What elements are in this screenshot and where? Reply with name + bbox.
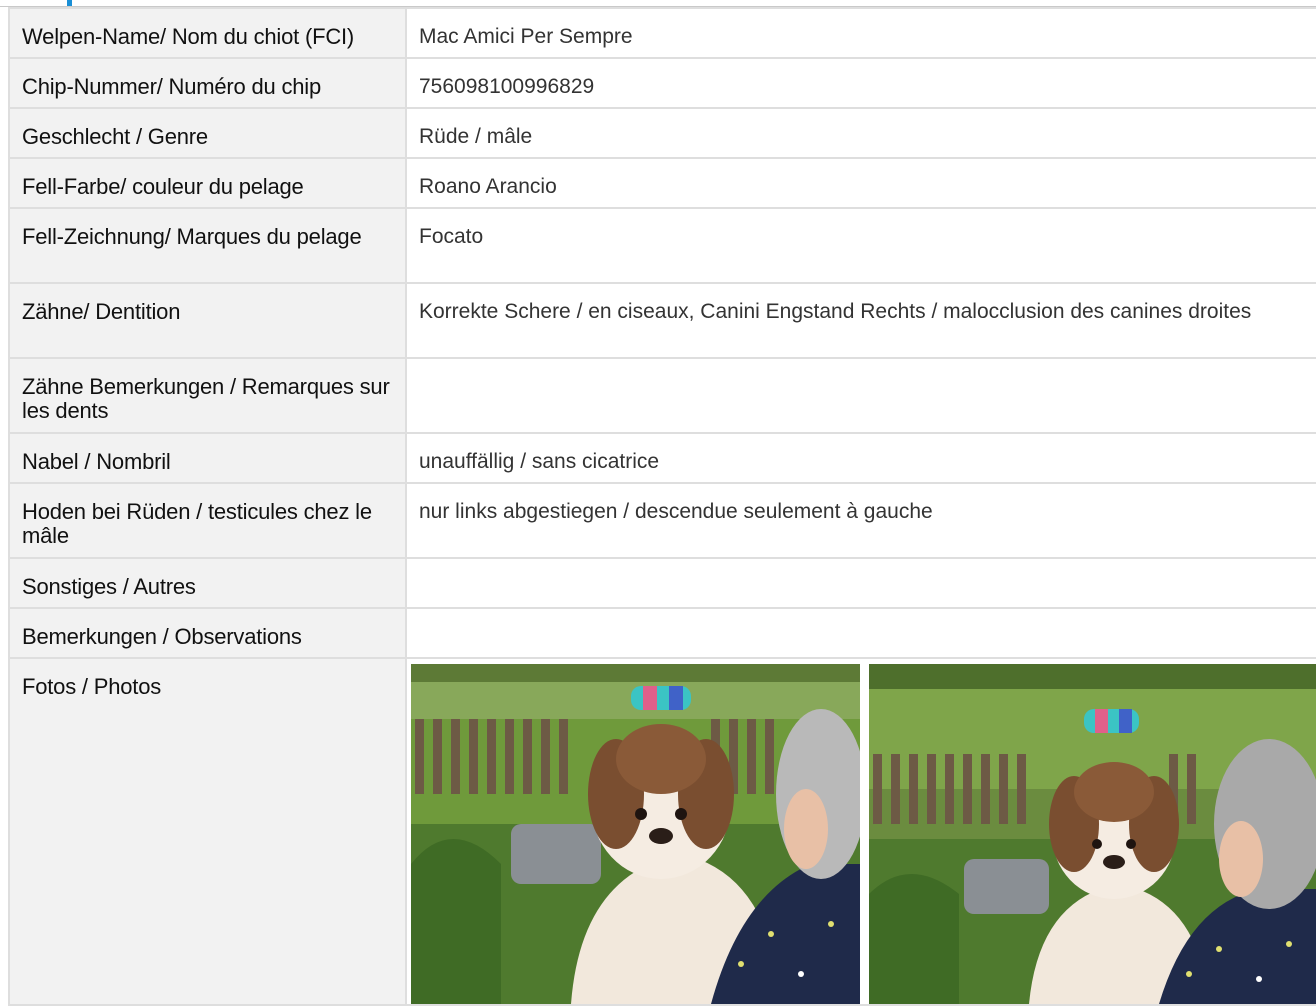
row-label: Fell-Farbe/ couleur du pelage — [22, 174, 304, 199]
row-label: Chip-Nummer/ Numéro du chip — [22, 74, 322, 99]
table-row: Fell-Zeichnung/ Marques du pelage Focato — [8, 207, 1316, 284]
row-value — [407, 359, 1316, 383]
table-row: Fell-Farbe/ couleur du pelage Roano Aran… — [8, 157, 1316, 209]
table-row: Chip-Nummer/ Numéro du chip 756098100996… — [8, 57, 1316, 109]
table-row: Zähne/ Dentition Korrekte Schere / en ci… — [8, 282, 1316, 359]
puppy-photo-1[interactable] — [411, 664, 860, 1004]
table-row-photos: Fotos / Photos — [8, 657, 1316, 1006]
row-label: Bemerkungen / Observations — [22, 624, 302, 649]
row-value: Rüde / mâle — [419, 125, 533, 148]
row-label: Hoden bei Rüden / testicules chez le mâl… — [22, 499, 372, 548]
table-row: Hoden bei Rüden / testicules chez le mâl… — [8, 482, 1316, 559]
row-label: Zähne Bemerkungen / Remarques sur les de… — [22, 374, 390, 423]
row-value: Roano Arancio — [419, 175, 557, 198]
row-label: Fell-Zeichnung/ Marques du pelage — [22, 224, 362, 249]
photos-label: Fotos / Photos — [22, 674, 162, 699]
row-label: Sonstiges / Autres — [22, 574, 196, 599]
table-row: Geschlecht / Genre Rüde / mâle — [8, 107, 1316, 159]
row-value: Mac Amici Per Sempre — [419, 25, 633, 48]
puppy-photo-2[interactable] — [869, 664, 1316, 1004]
row-label: Geschlecht / Genre — [22, 124, 208, 149]
puppy-details-table: Welpen-Name/ Nom du chiot (FCI) Mac Amic… — [8, 7, 1316, 1006]
row-label: Nabel / Nombril — [22, 449, 171, 474]
row-value: Korrekte Schere / en ciseaux, Canini Eng… — [419, 300, 1252, 323]
row-value: nur links abgestiegen / descendue seulem… — [419, 500, 933, 523]
row-label: Zähne/ Dentition — [22, 299, 181, 324]
table-row: Zähne Bemerkungen / Remarques sur les de… — [8, 357, 1316, 434]
table-row: Bemerkungen / Observations — [8, 607, 1316, 659]
row-value — [407, 559, 1316, 583]
table-row: Sonstiges / Autres — [8, 557, 1316, 609]
row-value: Focato — [419, 225, 484, 248]
row-value — [407, 609, 1316, 633]
row-label: Welpen-Name/ Nom du chiot (FCI) — [22, 24, 355, 49]
row-value: unauffällig / sans cicatrice — [419, 450, 660, 473]
photo-gallery — [407, 659, 1316, 1004]
table-row: Welpen-Name/ Nom du chiot (FCI) Mac Amic… — [8, 7, 1316, 59]
table-row: Nabel / Nombril unauffällig / sans cicat… — [8, 432, 1316, 484]
row-value: 756098100996829 — [419, 75, 595, 98]
